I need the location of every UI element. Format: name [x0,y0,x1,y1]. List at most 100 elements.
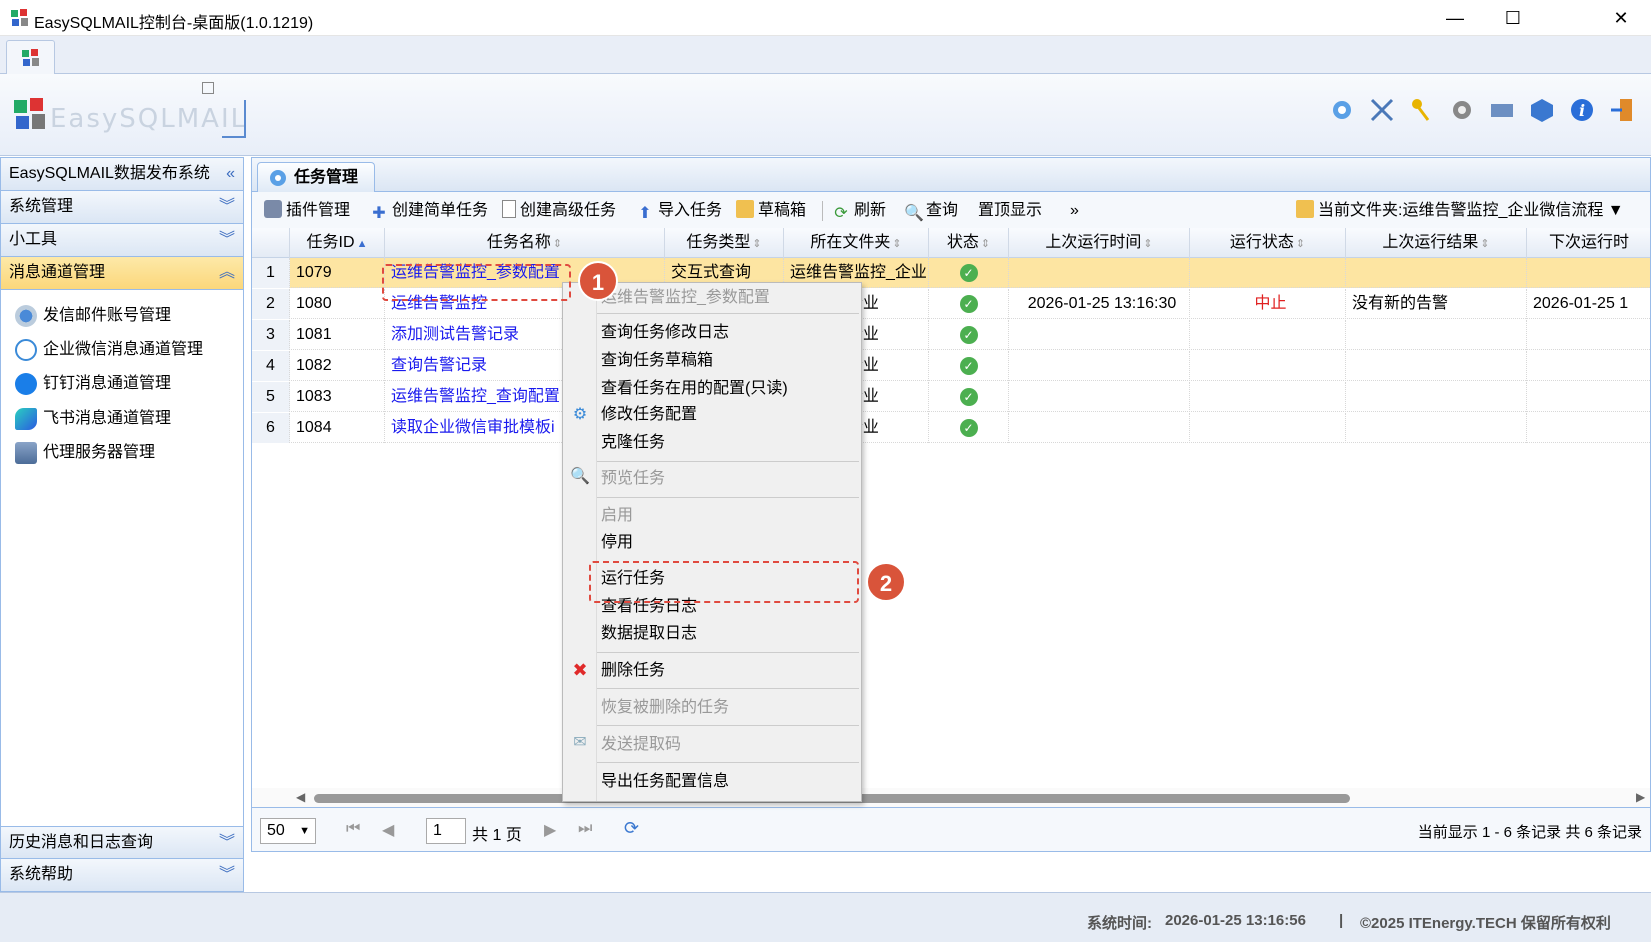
cell-runstate [1190,382,1346,412]
maximize-button[interactable]: ☐ [1484,0,1542,36]
cell-runstate [1190,320,1346,350]
menu-delete-task[interactable]: 删除任务 [601,659,665,683]
create-advanced-task-button[interactable]: 创建高级任务 [502,199,616,223]
sidebar-section-tools[interactable]: 小工具 ︾ [1,224,243,257]
sidebar-section-message-channels[interactable]: 消息通道管理 ︽ [1,257,243,290]
table-row[interactable]: 51083运维告警监控_查询配置警监控_企业✓ [252,382,1650,412]
sidebar-item-feishu[interactable]: 飞书消息通道管理 [15,404,171,434]
sidebar-section-help[interactable]: 系统帮助 ︾ [1,859,243,892]
header-run-state[interactable]: 运行状态 ⇕ [1190,228,1346,258]
table-row[interactable]: 31081添加测试告警记录警监控_企业✓ [252,320,1650,350]
table-row[interactable]: 41082查询告警记录警监控_企业✓ [252,351,1650,381]
more-toolbar-icon[interactable]: » [1070,199,1079,223]
settings-gear-icon[interactable] [1328,96,1356,124]
sidebar-item-dingtalk[interactable]: 钉钉消息通道管理 [15,369,171,399]
info-icon[interactable]: i [1568,96,1596,124]
header-label: 任务类型 [686,234,751,251]
cell-next [1527,320,1650,350]
home-tab[interactable] [6,40,55,74]
table-row[interactable]: 61084读取企业微信审批模板i警监控_企业✓ [252,413,1650,443]
header-folder[interactable]: 所在文件夹 ⇕ [784,228,929,258]
next-page-icon[interactable]: ▶ [544,820,556,840]
menu-modify-config[interactable]: 修改任务配置 [601,403,697,427]
current-folder-selector[interactable]: 当前文件夹:运维告警监控_企业微信流程 ▼ [1296,199,1624,223]
sidebar-item-mail-account[interactable]: 发信邮件账号管理 [15,301,171,331]
horizontal-scrollbar[interactable]: ◀ ▶ [252,788,1650,807]
folder-icon [736,200,754,218]
page-size-select[interactable]: 50 ▼ [260,818,316,844]
home-tab-icon [22,49,39,66]
header-status[interactable]: 状态 ⇕ [929,228,1009,258]
cell-n: 3 [252,320,290,350]
sidebar-title[interactable]: EasySQLMAIL数据发布系统 « [1,158,243,191]
page-number-input[interactable]: 1 [426,818,466,844]
record-summary: 当前显示 1 - 6 条记录 共 6 条记录 [1417,824,1642,841]
cell-n: 1 [252,258,290,288]
window-icon[interactable] [1488,96,1516,124]
section-label: 消息通道管理 [9,264,106,281]
menu-clone-task[interactable]: 克隆任务 [601,431,665,455]
create-simple-task-button[interactable]: ✚ 创建简单任务 [370,199,488,223]
scroll-right-icon[interactable]: ▶ [1636,790,1645,804]
drafts-button[interactable]: 草稿箱 [736,199,806,223]
reload-icon[interactable]: ⟳ [624,818,639,839]
menu-query-modify-log[interactable]: 查询任务修改日志 [601,321,729,345]
cell-n: 4 [252,351,290,381]
plugin-management-button[interactable]: 插件管理 [264,199,350,223]
callout-badge-2: 2 [866,562,906,602]
cell-id: 1080 [290,289,385,319]
cell-runstate [1190,413,1346,443]
close-button[interactable]: ✕ [1592,0,1650,36]
menu-export-config[interactable]: 导出任务配置信息 [601,770,729,794]
cell-status: ✓ [929,289,1009,319]
prev-page-icon[interactable]: ◀ [382,820,394,840]
sidebar-item-proxy[interactable]: 代理服务器管理 [15,438,155,468]
sidebar-section-system[interactable]: 系统管理 ︾ [1,191,243,224]
scroll-left-icon[interactable]: ◀ [296,790,305,804]
button-label: 创建简单任务 [392,202,489,219]
minimize-button[interactable]: — [1426,0,1484,36]
cube-icon[interactable] [1528,96,1556,124]
top-tab-strip [0,36,1651,74]
mail-account-icon [15,304,37,327]
menu-view-config-readonly[interactable]: 查看任务在用的配置(只读) [601,377,788,401]
logo-text: EasySQLMAIL [50,104,248,134]
header-task-id[interactable]: 任务ID ▲ [290,228,385,258]
collapse-sidebar-icon[interactable]: « [226,158,235,190]
section-label: 小工具 [9,231,58,248]
pin-top-button[interactable]: 置顶显示 [978,199,1042,223]
header-label: 状态 [946,234,979,251]
import-icon: ⬆ [638,205,652,222]
chevron-down-icon: ︾ [218,231,235,248]
chevron-down-icon: ︾ [218,866,235,883]
header-label: 所在文件夹 [810,234,891,251]
main-tab-strip: 任务管理 [251,157,1651,193]
cell-last [1009,320,1190,350]
tools-icon[interactable] [1368,96,1396,124]
refresh-button[interactable]: ⟳ 刷新 [832,199,886,223]
gear-icon[interactable] [1448,96,1476,124]
menu-query-drafts[interactable]: 查询任务草稿箱 [601,349,713,373]
preview-icon: 🔍 [570,468,590,485]
sidebar-section-history[interactable]: 历史消息和日志查询 ︾ [1,826,243,859]
send-code-icon: ✉ [573,734,587,751]
last-page-icon[interactable]: ⏭ [578,820,592,838]
import-task-button[interactable]: ⬆ 导入任务 [636,199,722,223]
header-task-type[interactable]: 任务类型 ⇕ [665,228,784,258]
keys-icon[interactable] [1408,96,1436,124]
tab-task-management[interactable]: 任务管理 [257,162,375,193]
exit-icon[interactable] [1608,96,1636,124]
header-next-run[interactable]: 下次运行时 [1527,228,1650,258]
cell-runstate [1190,258,1346,288]
menu-disable[interactable]: 停用 [601,531,633,555]
header-task-name[interactable]: 任务名称 ⇕ [385,228,665,258]
cell-runstate: 中止 [1190,289,1346,319]
header-last-result[interactable]: 上次运行结果 ⇕ [1346,228,1527,258]
query-button[interactable]: 🔍 查询 [904,199,958,223]
sidebar-item-wecom[interactable]: 企业微信消息通道管理 [15,335,203,365]
first-page-icon[interactable]: ⏮ [346,820,360,838]
menu-preview-task: 预览任务 [601,470,666,487]
menu-data-extract-log[interactable]: 数据提取日志 [601,622,697,646]
header-last-run-time[interactable]: 上次运行时间 ⇕ [1009,228,1190,258]
cell-next [1527,382,1650,412]
